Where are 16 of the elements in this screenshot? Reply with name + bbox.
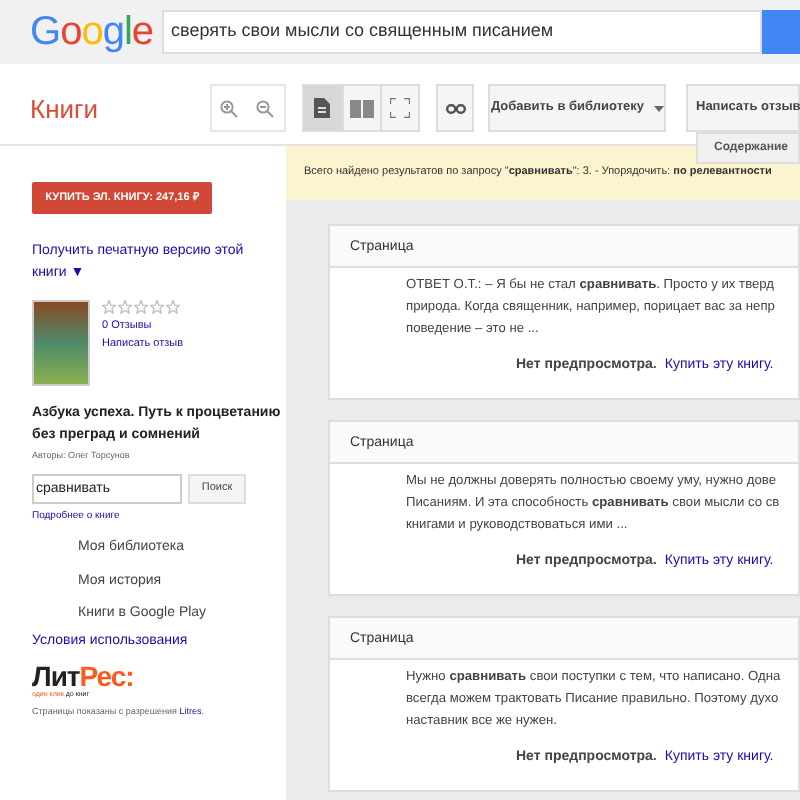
litres-logo[interactable]: ЛитРес: <box>32 662 286 691</box>
link-button[interactable] <box>435 84 475 132</box>
caret-icon <box>654 105 664 111</box>
view-mode-button[interactable] <box>303 86 342 130</box>
fullscreen-icon <box>389 98 410 118</box>
link-icon <box>445 103 466 113</box>
view-mode-button[interactable] <box>341 86 380 130</box>
zoom-in-icon <box>220 99 239 117</box>
open-book-icon <box>349 99 374 117</box>
page-icon <box>314 98 331 118</box>
search-field[interactable]: сверять свои мысли со священным писанием <box>161 10 762 54</box>
section-title: Книги <box>28 92 101 128</box>
view-mode-button[interactable] <box>379 86 418 130</box>
book-cover-image[interactable] <box>32 300 90 386</box>
search-button[interactable] <box>761 10 800 54</box>
zoom-out-icon <box>256 99 275 117</box>
